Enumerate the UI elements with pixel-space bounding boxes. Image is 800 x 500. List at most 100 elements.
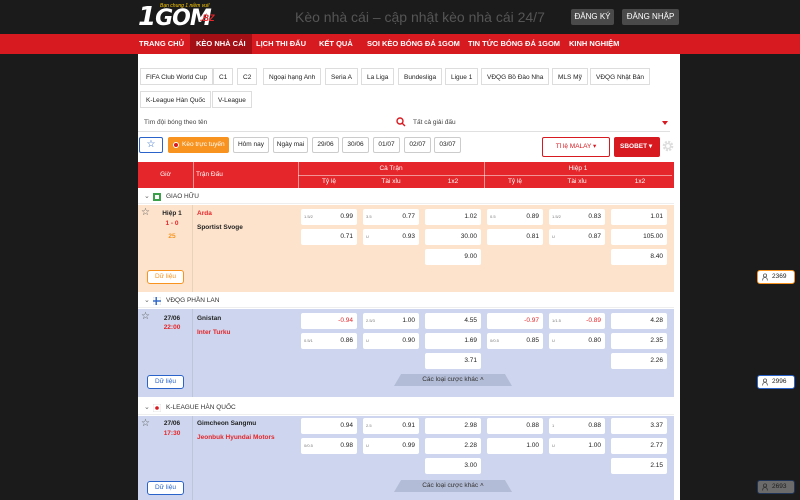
odds-cell[interactable]: U 0.87 [549, 229, 605, 245]
search-icon[interactable] [396, 117, 406, 127]
odds-cell[interactable]: 2.5/3 1.00 [363, 313, 419, 329]
nav-schedule[interactable]: LỊCH THI ĐẤU [256, 34, 306, 54]
views-counter[interactable]: 2693 [757, 480, 795, 494]
league-chip[interactable]: C2 [237, 68, 258, 85]
league-chip[interactable]: La Liga [361, 68, 395, 85]
odds-cell[interactable]: 0.5 0.89 [487, 209, 543, 225]
odds-cell[interactable]: 0.71 [301, 229, 357, 245]
live-odds-button[interactable]: Kèo trực tuyến [168, 137, 229, 153]
odds-cell[interactable]: 4.55 [425, 313, 481, 329]
odds-cell[interactable]: 1.5/2 0.99 [301, 209, 357, 225]
login-button[interactable]: ĐĂNG NHẬP [622, 9, 679, 25]
date-filter[interactable]: 02/07 [404, 137, 431, 153]
favorite-star-icon[interactable]: ☆ [141, 311, 150, 322]
date-filter[interactable]: 01/07 [373, 137, 400, 153]
odds-cell[interactable]: 0/0.5 0.85 [487, 333, 543, 349]
odds-cell[interactable]: 3.00 [425, 458, 481, 474]
nav-predictions[interactable]: SOI KÈO BÓNG ĐÁ 1GOM [367, 34, 460, 54]
odds-cell[interactable]: 3.37 [611, 418, 667, 434]
nav-odds[interactable]: KÈO NHÀ CÁI [190, 34, 252, 54]
league-chip[interactable]: Seria A [325, 68, 358, 85]
odds-cell[interactable]: 2.35 [611, 333, 667, 349]
odds-format-select[interactable]: Tỉ lệ MALAY ▾ [542, 137, 610, 157]
odds-cell[interactable]: 1.01 [611, 209, 667, 225]
league-chip[interactable]: V-League [212, 91, 252, 108]
odds-cell[interactable]: 2.28 [425, 438, 481, 454]
odds-cell[interactable]: 2.98 [425, 418, 481, 434]
date-filter-tomorrow[interactable]: Ngày mai [273, 137, 308, 153]
league-chip[interactable]: K-League Hàn Quốc [140, 91, 212, 108]
league-chip[interactable]: VĐQG Nhật Bản [590, 68, 651, 85]
league-group-header[interactable]: ⌄ K-LEAGUE HÀN QUỐC [138, 401, 674, 415]
odds-cell[interactable]: 1 0.88 [549, 418, 605, 434]
odds-value: 3.37 [650, 422, 663, 429]
league-group-header[interactable]: ⌄ GIAO HỮU [138, 190, 674, 204]
league-chip[interactable]: Ngoại hạng Anh [263, 68, 322, 85]
chevron-down-icon[interactable]: ⌄ [144, 401, 150, 415]
league-group-header[interactable]: ⌄ VĐQG PHẦN LAN [138, 294, 674, 308]
odds-cell[interactable]: 9.00 [425, 249, 481, 265]
match-data-button[interactable]: Dữ liệu [147, 375, 184, 389]
match-data-button[interactable]: Dữ liệu [147, 481, 184, 495]
odds-cell[interactable]: 8.40 [611, 249, 667, 265]
views-counter[interactable]: 2369 [757, 270, 795, 284]
odds-cell[interactable]: 0.5/1 0.86 [301, 333, 357, 349]
gear-icon[interactable] [661, 139, 675, 153]
odds-cell[interactable]: 2.26 [611, 353, 667, 369]
league-chip[interactable]: C1 [213, 68, 234, 85]
league-chip[interactable]: Ligue 1 [445, 68, 479, 85]
odds-cell[interactable]: U 1.00 [549, 438, 605, 454]
odds-cell[interactable]: 0/0.5 0.98 [301, 438, 357, 454]
header-col: 1x2 [447, 178, 459, 185]
odds-cell[interactable]: U 0.80 [549, 333, 605, 349]
nav-results[interactable]: KẾT QUẢ [319, 34, 353, 54]
odds-cell[interactable]: U 0.93 [363, 229, 419, 245]
odds-cell[interactable]: 0.81 [487, 229, 543, 245]
register-button[interactable]: ĐĂNG KÝ [571, 9, 614, 25]
odds-cell[interactable]: 105.00 [611, 229, 667, 245]
more-bets-button[interactable]: Các loại cược khác ˄ [394, 374, 512, 386]
date-filter[interactable]: 03/07 [434, 137, 461, 153]
odds-cell[interactable]: 1.02 [425, 209, 481, 225]
bookmaker-select[interactable]: SBOBET ▾ [614, 137, 660, 157]
league-select[interactable]: Tất cả giải đấu [413, 115, 456, 131]
odds-cell[interactable]: 0.94 [301, 418, 357, 434]
odds-cell[interactable]: 2.5 0.91 [363, 418, 419, 434]
more-bets-button[interactable]: Các loại cược khác ˄ [394, 480, 512, 492]
odds-cell[interactable]: 1.00 [487, 438, 543, 454]
league-chip[interactable]: FIFA Club World Cup [140, 68, 213, 85]
odds-cell[interactable]: 3.5 0.77 [363, 209, 419, 225]
odds-cell[interactable]: 30.00 [425, 229, 481, 245]
match-data-button[interactable]: Dữ liệu [147, 270, 184, 284]
odds-cell[interactable]: 2.77 [611, 438, 667, 454]
date-filter[interactable]: 30/06 [342, 137, 369, 153]
odds-cell[interactable]: 1.69 [425, 333, 481, 349]
odds-cell[interactable]: 3.71 [425, 353, 481, 369]
nav-experience[interactable]: KINH NGHIỆM [569, 34, 619, 54]
odds-cell[interactable]: U 0.99 [363, 438, 419, 454]
odds-cell[interactable]: 2.15 [611, 458, 667, 474]
odds-cell[interactable]: 1/1.5 -0.89 [549, 313, 605, 329]
team-search-input[interactable]: Tìm đội bóng theo tên [144, 115, 207, 131]
odds-cell[interactable]: 1.5/2 0.83 [549, 209, 605, 225]
odds-cell[interactable]: U 0.90 [363, 333, 419, 349]
nav-home[interactable]: TRANG CHỦ [139, 34, 184, 54]
odds-cell[interactable]: 4.28 [611, 313, 667, 329]
chevron-down-icon[interactable]: ⌄ [144, 190, 150, 204]
odds-cell[interactable]: -0.94 [301, 313, 357, 329]
nav-news[interactable]: TIN TỨC BÓNG ĐÁ 1GOM [468, 34, 560, 54]
favorite-star-icon[interactable]: ☆ [141, 207, 150, 218]
views-counter[interactable]: 2996 [757, 375, 795, 389]
league-chip[interactable]: VĐQG Bồ Đào Nha [481, 68, 550, 85]
chevron-down-icon[interactable] [662, 121, 668, 125]
date-filter-today[interactable]: Hôm nay [233, 137, 269, 153]
chevron-down-icon[interactable]: ⌄ [144, 294, 150, 308]
odds-cell[interactable]: -0.97 [487, 313, 543, 329]
league-chip[interactable]: Bundesliga [398, 68, 443, 85]
favorite-star-icon[interactable]: ☆ [141, 418, 150, 429]
site-logo[interactable]: Bạn chung 1 niềm vui! 1GOM .BZ [138, 2, 220, 32]
odds-cell[interactable]: 0.88 [487, 418, 543, 434]
league-chip[interactable]: MLS Mỹ [552, 68, 588, 85]
favorite-filter-button[interactable]: ☆ [139, 137, 163, 153]
date-filter[interactable]: 29/06 [312, 137, 339, 153]
